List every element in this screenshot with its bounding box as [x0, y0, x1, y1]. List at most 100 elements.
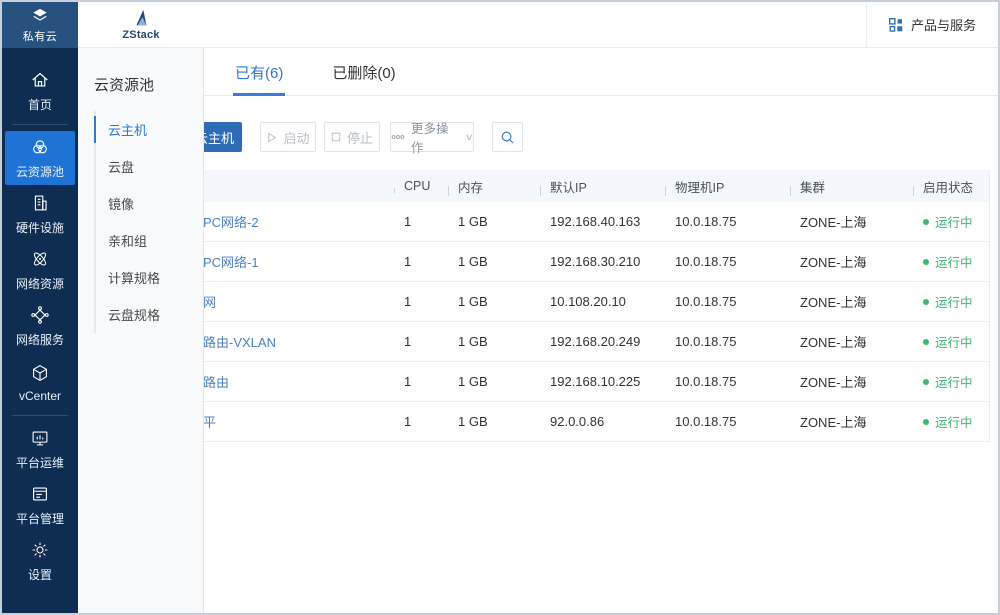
submenu-nav: 云主机 云盘 镜像 亲和组 计算规格 云盘规格 — [94, 111, 203, 333]
vm-default-ip: 192.168.30.210 — [540, 254, 665, 269]
status-badge: 运行中 — [935, 332, 973, 351]
column-header-cpu: CPU — [394, 179, 448, 193]
status-badge: 运行中 — [935, 372, 973, 391]
table-row: 平 1 1 GB 92.0.0.86 10.0.18.75 ZONE-上海 运行… — [202, 402, 989, 442]
table-row: PC网络-2 1 1 GB 192.168.40.163 10.0.18.75 … — [202, 202, 989, 242]
status-dot — [923, 259, 929, 265]
vm-name-link[interactable]: 平 — [203, 415, 216, 430]
vm-name-link[interactable]: 路由 — [203, 375, 229, 390]
vm-cluster: ZONE-上海 — [790, 372, 913, 391]
vm-cpu: 1 — [394, 294, 448, 309]
product-switcher[interactable]: 私有云 — [2, 2, 78, 48]
vm-default-ip: 192.168.10.225 — [540, 374, 665, 389]
topbar-right: ZStack 产品与服务 — [78, 2, 998, 48]
submenu-item-instance-offering[interactable]: 计算规格 — [96, 259, 203, 296]
submenu-item-affinity-group[interactable]: 亲和组 — [96, 222, 203, 259]
column-header-cluster: 集群 — [790, 177, 913, 196]
sidebar-item-label: 云资源池 — [16, 163, 64, 180]
sidebar-item-network-service[interactable]: 网络服务 — [5, 299, 75, 353]
vcenter-icon — [29, 362, 51, 384]
vm-host-ip: 10.0.18.75 — [665, 414, 790, 429]
vm-host-ip: 10.0.18.75 — [665, 334, 790, 349]
submenu-title: 云资源池 — [94, 74, 203, 95]
start-button[interactable]: 启动 — [260, 122, 316, 152]
vm-name-link[interactable]: 路由-VXLAN — [203, 335, 276, 350]
toolbar: 云主机 启动 停止 — [78, 122, 998, 152]
sidebar-item-resource-pool[interactable]: 云资源池 — [5, 131, 75, 185]
hardware-icon — [29, 192, 51, 214]
products-services-label: 产品与服务 — [911, 15, 976, 34]
vm-cpu: 1 — [394, 214, 448, 229]
more-actions-button[interactable]: 更多操作 ∨ — [390, 122, 474, 152]
resource-pool-icon — [29, 136, 51, 158]
status-badge: 运行中 — [935, 212, 973, 231]
vm-memory: 1 GB — [448, 254, 540, 269]
vm-cpu: 1 — [394, 254, 448, 269]
vm-cpu: 1 — [394, 374, 448, 389]
submenu-item-disk-offering[interactable]: 云盘规格 — [96, 296, 203, 333]
vm-host-ip: 10.0.18.75 — [665, 374, 790, 389]
sidebar-item-label: 首页 — [28, 96, 52, 113]
vm-cluster: ZONE-上海 — [790, 252, 913, 271]
sidebar-item-label: vCenter — [19, 389, 61, 403]
topbar-spacer — [204, 2, 866, 47]
vm-name-link[interactable]: PC网络-2 — [203, 215, 259, 230]
stop-square-icon — [331, 132, 341, 142]
vm-host-ip: 10.0.18.75 — [665, 294, 790, 309]
products-services-button[interactable]: 产品与服务 — [866, 2, 998, 47]
submenu-item-image[interactable]: 镜像 — [96, 185, 203, 222]
vm-cluster: ZONE-上海 — [790, 332, 913, 351]
sidebar-item-vcenter[interactable]: vCenter — [5, 355, 75, 409]
app-body: 首页 云资源池 硬件设施 — [2, 48, 998, 613]
topbar: 私有云 ZStack — [2, 2, 998, 48]
sidebar-divider — [12, 124, 68, 125]
vm-name-link[interactable]: 网 — [203, 295, 216, 310]
settings-gear-icon — [29, 539, 51, 561]
tab-existing[interactable]: 已有(6) — [233, 48, 285, 96]
sidebar-item-platform-management[interactable]: 平台管理 — [5, 478, 75, 532]
table-header-row: CPU 内存 默认IP 物理机IP 集群 启用状态 — [202, 170, 989, 202]
ops-monitor-icon — [29, 427, 51, 449]
stop-button-label: 停止 — [347, 128, 373, 147]
more-actions-label: 更多操作 — [411, 118, 460, 156]
sidebar-item-settings[interactable]: 设置 — [5, 534, 75, 588]
sidebar-item-network-resource[interactable]: 网络资源 — [5, 243, 75, 297]
vm-host-ip: 10.0.18.75 — [665, 254, 790, 269]
more-dots-icon — [391, 134, 405, 140]
column-header-memory: 内存 — [448, 177, 540, 196]
sidebar-item-label: 平台运维 — [16, 454, 64, 471]
home-icon — [29, 69, 51, 91]
vm-default-ip: 192.168.20.249 — [540, 334, 665, 349]
column-header-host-ip: 物理机IP — [665, 177, 790, 196]
zstack-logo — [130, 8, 152, 28]
column-header-default-ip: 默认IP — [540, 177, 665, 196]
vm-memory: 1 GB — [448, 414, 540, 429]
content-area: 云资源池 云主机 云盘 镜像 亲和组 计算规格 云盘规格 已有(6) 已删除(0… — [78, 48, 998, 613]
sidebar-item-label: 网络资源 — [16, 275, 64, 292]
network-resource-icon — [29, 248, 51, 270]
table-row: 网 1 1 GB 10.108.20.10 10.0.18.75 ZONE-上海… — [202, 282, 989, 322]
vm-memory: 1 GB — [448, 374, 540, 389]
submenu-item-vm[interactable]: 云主机 — [96, 111, 203, 148]
sidebar-item-label: 硬件设施 — [16, 219, 64, 236]
submenu-item-volume[interactable]: 云盘 — [96, 148, 203, 185]
column-header-status: 启用状态 — [913, 177, 989, 196]
stop-button[interactable]: 停止 — [324, 122, 380, 152]
chevron-down-icon: ∨ — [465, 132, 474, 143]
tab-deleted[interactable]: 已删除(0) — [330, 48, 397, 96]
submenu-panel: 云资源池 云主机 云盘 镜像 亲和组 计算规格 云盘规格 — [78, 48, 204, 613]
platform-management-icon — [29, 483, 51, 505]
app-window: 私有云 ZStack — [0, 0, 1000, 615]
vm-memory: 1 GB — [448, 294, 540, 309]
sidebar-item-platform-ops[interactable]: 平台运维 — [5, 422, 75, 476]
vm-name-link[interactable]: PC网络-1 — [203, 255, 259, 270]
table-row: 路由-VXLAN 1 1 GB 192.168.20.249 10.0.18.7… — [202, 322, 989, 362]
vm-default-ip: 92.0.0.86 — [540, 414, 665, 429]
vm-cpu: 1 — [394, 334, 448, 349]
vm-default-ip: 192.168.40.163 — [540, 214, 665, 229]
status-badge: 运行中 — [935, 412, 973, 431]
search-button[interactable] — [492, 122, 523, 152]
sidebar-item-home[interactable]: 首页 — [5, 64, 75, 118]
status-badge: 运行中 — [935, 252, 973, 271]
sidebar-item-hardware[interactable]: 硬件设施 — [5, 187, 75, 241]
